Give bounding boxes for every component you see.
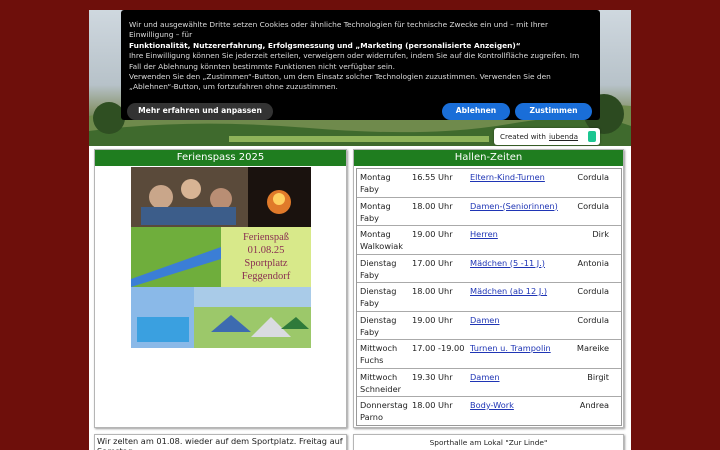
accept-button[interactable]: Zustimmen: [515, 103, 592, 120]
row-day: Mittwoch: [360, 371, 398, 382]
row-leader: Dirk: [592, 229, 609, 239]
course-link[interactable]: Mädchen (ab 12 J.): [470, 285, 547, 297]
row-time: 19.30 Uhr: [412, 371, 453, 382]
row-trainer: Faby: [360, 298, 380, 308]
row-leader: Cordula: [577, 314, 609, 325]
row-leader: Andrea: [579, 400, 609, 410]
reject-button[interactable]: Ablehnen: [442, 103, 510, 120]
poster-line-2: 01.08.25: [247, 245, 285, 256]
ferienpass-title: Ferienspass 2025: [95, 150, 346, 166]
ferienpass-poster: Ferienspaß 01.08.25 Sportplatz Feggendor…: [221, 227, 311, 287]
row-leader: Birgit: [587, 371, 609, 382]
row-leader: Cordula: [577, 200, 609, 211]
poster-line-4: Feggendorf: [241, 271, 291, 282]
camping-note: Wir zelten am 01.08. wieder auf dem Spor…: [94, 434, 347, 450]
table-row: Montag Walkowiak 19.00 Uhr Herren Dirk: [357, 226, 621, 255]
table-row: Mittwoch Schneider 19.30 Uhr Damen Birgi…: [357, 369, 621, 397]
cookie-text-intro: Wir und ausgewählte Dritte setzen Cookie…: [129, 20, 549, 40]
course-link[interactable]: Damen-(Seniorinnen): [470, 200, 558, 212]
table-row: Dienstag Faby 18.00 Uhr Mädchen (ab 12 J…: [357, 283, 621, 312]
row-leader: Mareike: [576, 343, 609, 353]
table-row: Dienstag Faby 17.00 Uhr Mädchen (5 -11 J…: [357, 255, 621, 283]
row-trainer: Faby: [360, 269, 380, 280]
row-time: 18.00 Uhr: [412, 400, 453, 410]
sporthalle-note: Sporthalle am Lokal "Zur Linde": [353, 434, 624, 450]
course-link[interactable]: Damen: [470, 371, 500, 383]
iubenda-link[interactable]: iubenda: [549, 132, 578, 141]
iubenda-badge[interactable]: Created with iubenda: [494, 128, 600, 145]
row-time: 19.00 Uhr: [412, 314, 453, 325]
iubenda-prefix: Created with: [500, 132, 546, 141]
row-day: Montag: [360, 172, 391, 182]
row-day: Dienstag: [360, 257, 397, 268]
row-time: 18.00 Uhr: [412, 286, 453, 296]
iubenda-icon: [588, 131, 596, 142]
cookie-text-purposes: Funktionalität, Nutzererfahrung, Erfolgs…: [129, 40, 521, 50]
table-row: Donnerstag Parno 18.00 Uhr Body-Work And…: [357, 397, 621, 426]
course-link[interactable]: Turnen u. Trampolin: [470, 342, 551, 354]
row-day: Montag: [360, 229, 391, 239]
row-trainer: Fuchs: [360, 355, 384, 365]
row-time: 17.00 Uhr: [412, 257, 453, 268]
learn-more-button[interactable]: Mehr erfahren und anpassen: [127, 103, 273, 120]
cookie-text-buttons: Verwenden Sie den „Zustimmen“-Button, um…: [129, 72, 551, 92]
poster-line-1: Ferienspaß: [242, 232, 290, 243]
schedule-table: Montag Faby 16.55 Uhr Eltern-Kind-Turnen…: [356, 168, 622, 426]
row-time: 16.55 Uhr: [412, 172, 453, 182]
row-day: Donnerstag: [360, 400, 408, 410]
row-trainer: Faby: [360, 212, 380, 223]
table-row: Mittwoch Fuchs 17.00 -19.00 Turnen u. Tr…: [357, 340, 621, 369]
ferienpass-panel: Ferienspass 2025 Ferienspaß 01.08.25 Spo…: [94, 149, 347, 428]
row-trainer: Faby: [360, 326, 380, 337]
row-trainer: Schneider: [360, 383, 401, 394]
course-link[interactable]: Body-Work: [470, 399, 514, 411]
cookie-consent-banner: Wir und ausgewählte Dritte setzen Cookie…: [121, 10, 600, 120]
table-row: Montag Faby 18.00 Uhr Damen-(Seniorinnen…: [357, 198, 621, 226]
row-day: Mittwoch: [360, 343, 398, 353]
row-day: Dienstag: [360, 314, 397, 325]
cookie-text-consent: Ihre Einwilligung können Sie jederzeit e…: [129, 51, 580, 71]
row-leader: Antonia: [577, 257, 610, 268]
row-leader: Cordula: [577, 286, 609, 296]
hallen-zeiten-panel: Hallen-Zeiten Montag Faby 16.55 Uhr Elte…: [353, 149, 624, 428]
course-link[interactable]: Damen: [470, 314, 500, 326]
row-time: 19.00 Uhr: [412, 229, 453, 239]
row-trainer: Faby: [360, 184, 380, 194]
course-link[interactable]: Eltern-Kind-Turnen: [470, 171, 545, 183]
hallen-title: Hallen-Zeiten: [354, 150, 623, 166]
table-row: Montag Faby 16.55 Uhr Eltern-Kind-Turnen…: [357, 169, 621, 198]
row-day: Dienstag: [360, 286, 397, 296]
row-leader: Cordula: [577, 172, 609, 182]
row-trainer: Parno: [360, 412, 384, 422]
row-trainer: Walkowiak: [360, 241, 404, 251]
course-link[interactable]: Herren: [470, 228, 498, 240]
table-row: Dienstag Faby 19.00 Uhr Damen Cordula: [357, 312, 621, 340]
course-link[interactable]: Mädchen (5 -11 J.): [470, 257, 545, 269]
row-time: 18.00 Uhr: [412, 200, 453, 211]
row-day: Montag: [360, 200, 391, 211]
row-time: 17.00 -19.00: [412, 343, 465, 353]
poster-line-3: Sportplatz: [244, 258, 288, 269]
